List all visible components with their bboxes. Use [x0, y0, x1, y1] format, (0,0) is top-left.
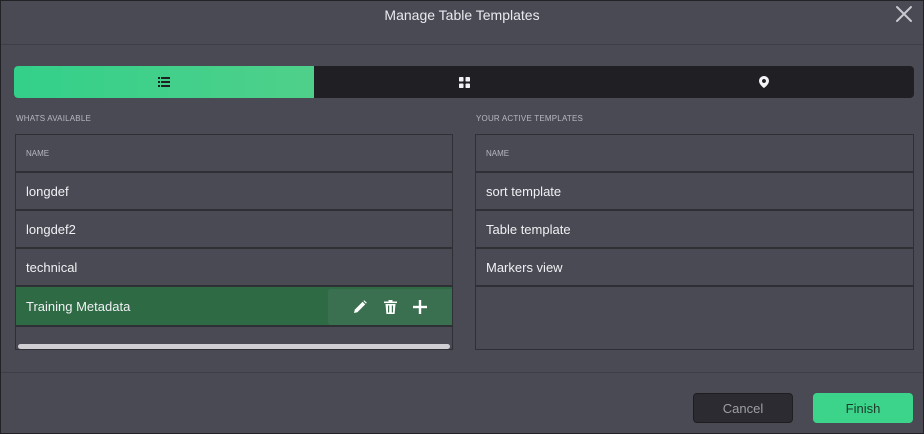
list-item-label: Table template	[486, 221, 571, 237]
list-item-selected[interactable]: Training Metadata	[16, 287, 452, 327]
tab-grid-view[interactable]	[314, 66, 614, 98]
list-item[interactable]: sort template	[476, 173, 913, 211]
map-pin-icon	[759, 76, 769, 88]
dialog-title: Manage Table Templates	[384, 7, 540, 23]
list-icon	[158, 77, 170, 87]
manage-templates-dialog: Manage Table Templates WHATS AVAILABLE Y…	[0, 0, 924, 434]
edit-button[interactable]	[352, 299, 368, 315]
plus-icon	[413, 300, 427, 314]
close-button[interactable]	[893, 3, 915, 25]
list-item[interactable]: Table template	[476, 211, 913, 249]
view-tabs	[14, 66, 914, 98]
tab-list-view[interactable]	[14, 66, 314, 98]
finish-button[interactable]: Finish	[813, 393, 913, 423]
grid-icon	[458, 76, 470, 88]
add-button[interactable]	[412, 299, 428, 315]
list-item-label: Markers view	[486, 259, 563, 275]
list-item-label: sort template	[486, 183, 562, 199]
tab-map-view[interactable]	[614, 66, 914, 98]
list-item-label: longdef2	[26, 221, 76, 237]
trash-icon	[383, 300, 397, 314]
horizontal-scrollbar[interactable]	[18, 344, 450, 349]
available-column-header: NAME	[16, 135, 452, 173]
active-section-label: YOUR ACTIVE TEMPLATES	[476, 114, 584, 123]
active-templates-panel: NAME sort template Table template Marker…	[475, 134, 914, 350]
list-item-label: technical	[26, 259, 78, 275]
available-section-label: WHATS AVAILABLE	[16, 114, 92, 123]
active-column-header: NAME	[476, 135, 913, 173]
list-item-label: longdef	[26, 183, 69, 199]
close-icon	[896, 6, 912, 22]
row-actions	[328, 289, 452, 325]
available-templates-panel: NAME longdef longdef2 technical Training…	[15, 134, 453, 350]
dialog-footer: Cancel Finish	[1, 372, 923, 433]
dialog-header: Manage Table Templates	[1, 1, 923, 45]
list-item-label: Training Metadata	[26, 298, 131, 314]
list-item[interactable]: longdef	[16, 173, 452, 211]
list-item[interactable]: technical	[16, 249, 452, 287]
list-item[interactable]: longdef2	[16, 211, 452, 249]
pencil-icon	[354, 300, 367, 313]
delete-button[interactable]	[382, 299, 398, 315]
cancel-button[interactable]: Cancel	[693, 393, 793, 423]
list-item[interactable]: Markers view	[476, 249, 913, 287]
